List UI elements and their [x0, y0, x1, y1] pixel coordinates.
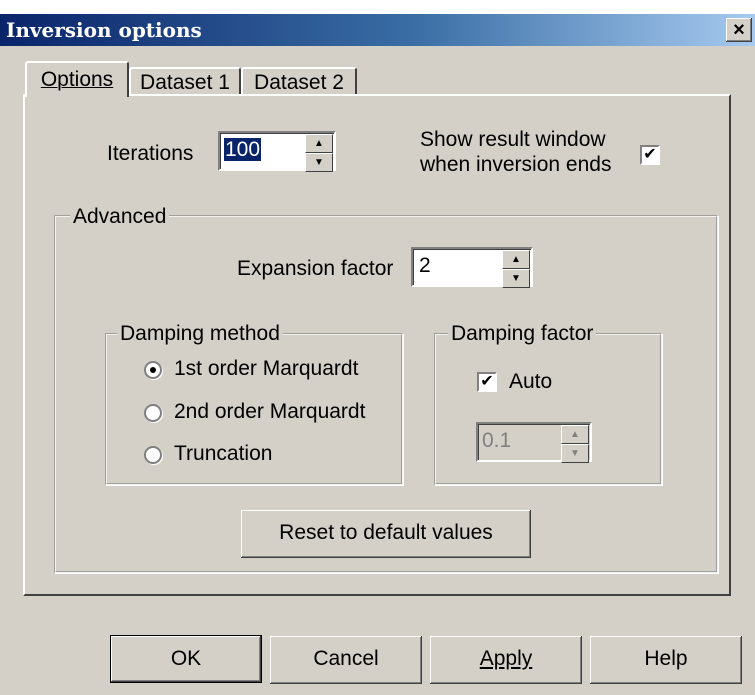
iterations-value: 100 — [224, 138, 262, 161]
close-button[interactable]: × — [726, 18, 752, 42]
cancel-label: Cancel — [313, 647, 379, 670]
tab-options-label: Options — [40, 68, 114, 91]
expansion-spin-down[interactable]: ▼ — [502, 269, 530, 288]
show-result-label-line2: when inversion ends — [420, 153, 612, 176]
expansion-factor-label: Expansion factor — [237, 257, 394, 280]
iterations-label: Iterations — [107, 142, 194, 165]
spin-down-icon: ▼ — [314, 157, 324, 168]
spin-up-icon: ▲ — [570, 429, 580, 440]
expansion-spin-up[interactable]: ▲ — [502, 250, 530, 269]
advanced-group-title: Advanced — [70, 204, 170, 230]
expansion-factor-value: 2 — [419, 254, 431, 277]
radio-2nd-order-label[interactable]: 2nd order Marquardt — [174, 399, 365, 425]
spin-up-icon: ▲ — [511, 254, 521, 265]
tab-dataset-2-label: Dataset 2 — [254, 71, 344, 94]
apply-label: Apply — [479, 647, 533, 670]
window-title: Inversion options — [6, 18, 202, 42]
damping-factor-title: Damping factor — [448, 321, 597, 347]
background-page-text — [0, 0, 755, 14]
close-icon: × — [733, 19, 745, 41]
spin-down-icon: ▼ — [570, 448, 580, 459]
apply-button[interactable]: Apply — [430, 636, 582, 684]
spin-down-icon: ▼ — [511, 273, 521, 284]
tab-dataset-1-label: Dataset 1 — [140, 71, 230, 94]
iterations-spin-down[interactable]: ▼ — [305, 153, 333, 172]
radio-1st-order-label[interactable]: 1st order Marquardt — [174, 356, 358, 382]
radio-2nd-order-marquardt[interactable] — [144, 404, 162, 422]
show-result-label-line1: Show result window — [420, 128, 606, 151]
damping-factor-group — [434, 333, 662, 485]
spin-up-icon: ▲ — [314, 138, 324, 149]
ok-button[interactable]: OK — [110, 635, 262, 683]
auto-checkbox[interactable]: ✔ — [477, 372, 497, 392]
reset-default-label: Reset to default values — [279, 521, 493, 544]
cancel-button[interactable]: Cancel — [270, 636, 422, 684]
radio-1st-order-marquardt[interactable] — [144, 361, 162, 379]
damping-spin-up[interactable]: ▲ — [561, 425, 589, 444]
show-result-checkbox[interactable]: ✔ — [640, 145, 660, 165]
reset-default-button[interactable]: Reset to default values — [241, 510, 531, 558]
help-button[interactable]: Help — [590, 636, 742, 684]
damping-factor-value: 0.1 — [482, 429, 512, 452]
iterations-spin-up[interactable]: ▲ — [305, 134, 333, 153]
checkmark-icon: ✔ — [480, 373, 494, 390]
help-label: Help — [644, 647, 688, 670]
radio-truncation[interactable] — [144, 446, 162, 464]
damping-spin-down[interactable]: ▼ — [561, 444, 589, 463]
checkmark-icon: ✔ — [643, 146, 657, 163]
damping-method-title: Damping method — [117, 321, 283, 347]
tab-options[interactable]: Options — [25, 61, 129, 97]
tab-dataset-1[interactable]: Dataset 1 — [129, 67, 241, 95]
radio-truncation-label[interactable]: Truncation — [174, 441, 272, 467]
tab-dataset-2[interactable]: Dataset 2 — [241, 67, 357, 95]
ok-label: OK — [170, 647, 202, 670]
auto-label[interactable]: Auto — [509, 369, 552, 395]
